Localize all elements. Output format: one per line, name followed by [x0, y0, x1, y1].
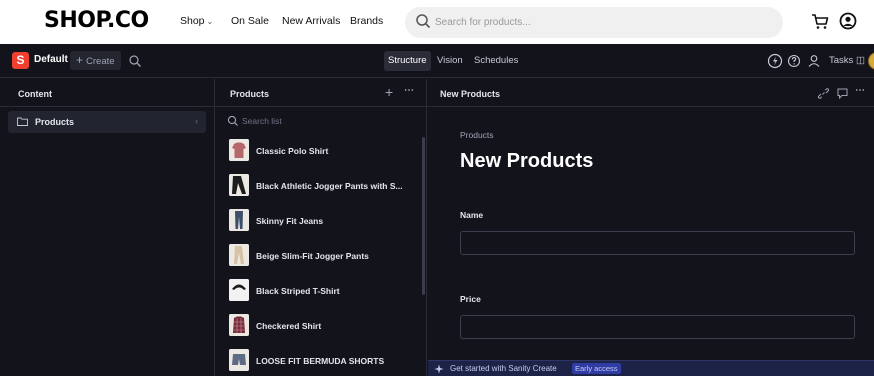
tasks-label: Tasks — [829, 55, 854, 66]
product-thumbnail — [229, 349, 249, 371]
more-options-icon[interactable]: ⋯ — [404, 85, 417, 98]
list-item[interactable]: Classic Polo Shirt — [226, 139, 416, 163]
workspace-name[interactable]: Default — [34, 54, 68, 65]
cart-icon[interactable] — [810, 11, 830, 31]
chevron-right-icon: › — [195, 116, 198, 126]
ai-assist-icon[interactable] — [767, 53, 783, 69]
price-field[interactable] — [460, 315, 855, 339]
early-access-badge: Early access — [572, 363, 621, 374]
list-item-title: Beige Slim-Fit Jogger Pants — [256, 251, 369, 261]
shop-logo[interactable]: SHOP.CO — [44, 8, 149, 33]
sparkle-icon — [434, 364, 444, 374]
chevron-down-icon: ⌄ — [206, 17, 214, 26]
product-thumbnail — [229, 314, 249, 336]
panel-icon: ◫ — [855, 55, 865, 66]
list-item-title: Black Athletic Jogger Pants with S... — [256, 181, 403, 191]
document-type-label: Products — [460, 130, 494, 140]
tab-schedules[interactable]: Schedules — [470, 51, 522, 71]
search-icon — [227, 115, 238, 126]
sidebar-item-products[interactable]: Products › — [8, 111, 206, 133]
products-pane: Products + ⋯ Classic Polo Shirt Black At… — [215, 79, 427, 376]
document-title: New Products — [460, 150, 594, 172]
product-thumbnail — [229, 174, 249, 196]
document-pane-title: New Products — [440, 89, 501, 99]
nav-on-sale[interactable]: On Sale — [231, 15, 269, 27]
list-item[interactable]: Skinny Fit Jeans — [226, 209, 416, 233]
search-icon — [416, 14, 431, 29]
studio-navbar: S Default + Create Structure Vision Sched… — [0, 44, 874, 78]
product-thumbnail — [229, 244, 249, 266]
list-item[interactable]: LOOSE FIT BERMUDA SHORTS — [226, 349, 416, 373]
avatar[interactable] — [868, 52, 874, 70]
link-icon[interactable] — [817, 87, 830, 100]
storefront-header: SHOP.CO Shop ⌄ On Sale New Arrivals Brand… — [0, 0, 874, 44]
list-item-title: Classic Polo Shirt — [256, 146, 329, 156]
nav-shop[interactable]: Shop ⌄ — [180, 15, 213, 27]
shop-search-input[interactable] — [435, 15, 755, 30]
products-pane-title: Products — [230, 89, 270, 99]
field-label-price: Price — [460, 294, 481, 304]
tab-vision[interactable]: Vision — [433, 51, 467, 71]
user-icon[interactable] — [807, 53, 823, 69]
more-options-icon[interactable]: ⋯ — [855, 85, 868, 98]
nav-shop-label: Shop — [180, 15, 205, 27]
help-icon[interactable] — [786, 53, 802, 69]
list-item-title: Skinny Fit Jeans — [256, 216, 324, 226]
shop-search-bar — [405, 7, 783, 38]
list-item[interactable]: Black Striped T-Shirt — [226, 279, 416, 303]
product-thumbnail — [229, 209, 249, 231]
list-item[interactable]: Black Athletic Jogger Pants with S... — [226, 174, 416, 198]
tasks-button[interactable]: Tasks ◫ — [829, 55, 865, 66]
promo-text: Get started with Sanity Create — [450, 364, 557, 373]
nav-new-arrivals[interactable]: New Arrivals — [282, 15, 340, 27]
list-scrollbar[interactable] — [422, 137, 425, 295]
list-item-title: Black Striped T-Shirt — [256, 286, 340, 296]
product-thumbnail — [229, 279, 249, 301]
content-pane: Content Products › — [0, 79, 215, 376]
promo-banner[interactable]: Get started with Sanity Create Early acc… — [428, 360, 874, 376]
list-search-input[interactable] — [242, 115, 402, 127]
create-button-label: Create — [86, 56, 115, 67]
nav-brands[interactable]: Brands — [350, 15, 383, 27]
account-icon[interactable] — [838, 11, 858, 31]
name-field[interactable] — [460, 231, 855, 255]
list-item-title: LOOSE FIT BERMUDA SHORTS — [256, 356, 385, 366]
tab-structure[interactable]: Structure — [384, 51, 431, 71]
list-item[interactable]: Beige Slim-Fit Jogger Pants — [226, 244, 416, 268]
search-icon[interactable] — [128, 54, 142, 68]
sidebar-item-label: Products — [35, 117, 75, 127]
document-pane-header: New Products ⋯ — [427, 79, 874, 107]
add-document-icon[interactable]: + — [385, 84, 398, 100]
list-item[interactable]: Checkered Shirt — [226, 314, 416, 338]
workspace-logo[interactable]: S — [12, 52, 29, 69]
plus-icon: + — [76, 53, 84, 67]
comment-icon[interactable] — [836, 87, 849, 100]
list-item-title: Checkered Shirt — [256, 321, 322, 331]
content-pane-title: Content — [0, 79, 214, 107]
products-pane-header: Products + ⋯ — [215, 79, 426, 107]
product-thumbnail — [229, 139, 249, 161]
field-label-name: Name — [460, 210, 484, 220]
folder-icon — [17, 117, 28, 126]
create-button[interactable]: + Create — [70, 51, 121, 70]
